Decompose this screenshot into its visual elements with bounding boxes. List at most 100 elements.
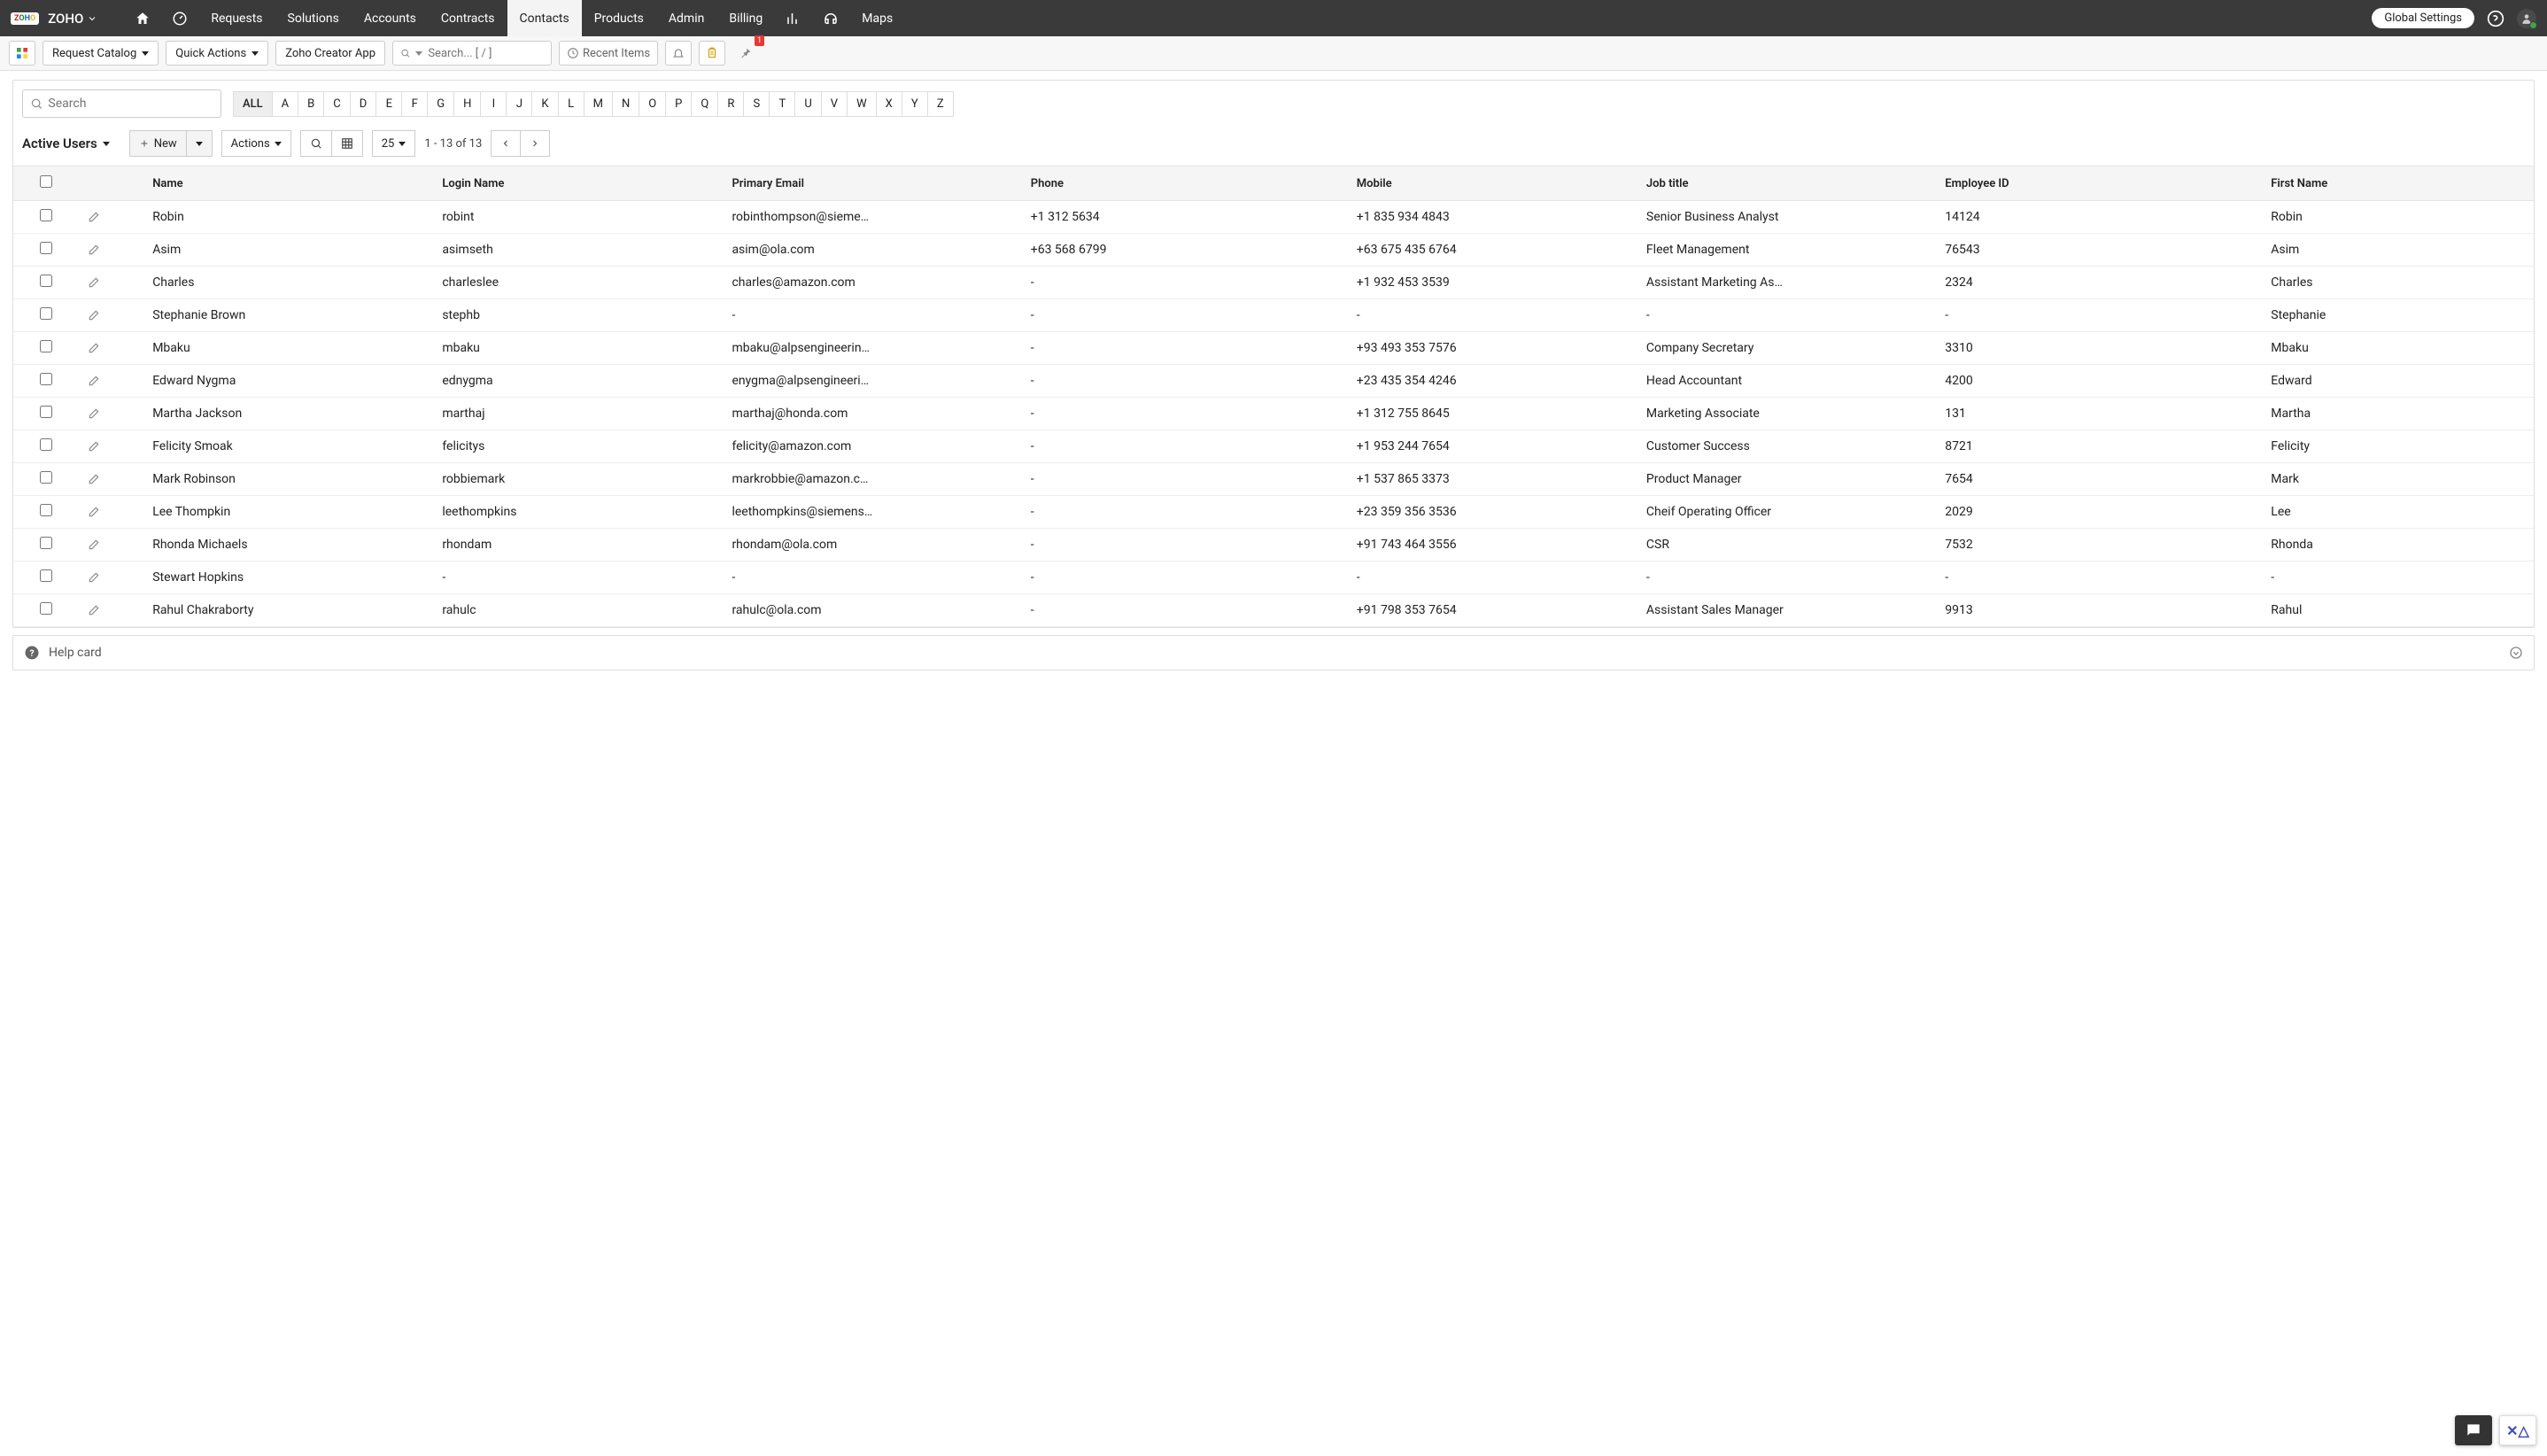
- table-row[interactable]: Robinrobintrobinthompson@sieme…+1 312 56…: [13, 201, 2534, 234]
- row-checkbox[interactable]: [40, 307, 52, 320]
- alpha-all[interactable]: ALL: [233, 91, 273, 117]
- view-selector[interactable]: Active Users: [22, 136, 110, 151]
- panel-search[interactable]: [22, 89, 221, 118]
- table-row[interactable]: Mbakumbakumbaku@alpsengineerin…-+93 493 …: [13, 332, 2534, 365]
- next-page-button[interactable]: [520, 130, 550, 157]
- alpha-l[interactable]: L: [558, 91, 584, 117]
- edit-icon[interactable]: [79, 529, 144, 561]
- row-checkbox[interactable]: [40, 275, 52, 287]
- request-catalog-button[interactable]: Request Catalog: [43, 41, 159, 66]
- app-launcher-icon[interactable]: [9, 41, 35, 66]
- table-row[interactable]: Martha Jacksonmarthajmarthaj@honda.com-+…: [13, 398, 2534, 430]
- table-row[interactable]: Asimasimsethasim@ola.com+63 568 6799+63 …: [13, 234, 2534, 267]
- nav-accounts[interactable]: Accounts: [352, 0, 429, 36]
- notifications-icon[interactable]: [665, 41, 692, 66]
- col-job[interactable]: Job title: [1637, 167, 1936, 201]
- new-dropdown[interactable]: [186, 130, 213, 157]
- alpha-z[interactable]: Z: [927, 91, 954, 117]
- table-row[interactable]: Rahul Chakrabortyrahulcrahulc@ola.com-+9…: [13, 594, 2534, 627]
- alpha-c[interactable]: C: [323, 91, 350, 117]
- alpha-r[interactable]: R: [717, 91, 744, 117]
- edit-icon[interactable]: [79, 365, 144, 398]
- row-checkbox[interactable]: [40, 537, 52, 549]
- edit-icon[interactable]: [79, 398, 144, 430]
- pin-button[interactable]: 1: [732, 41, 759, 66]
- col-email[interactable]: Primary Email: [723, 167, 1021, 201]
- table-row[interactable]: Lee Thompkinleethompkinsleethompkins@sie…: [13, 496, 2534, 529]
- help-card[interactable]: ? Help card: [12, 635, 2535, 670]
- col-mobile[interactable]: Mobile: [1348, 167, 1637, 201]
- col-name[interactable]: Name: [143, 167, 433, 201]
- alpha-n[interactable]: N: [612, 91, 639, 117]
- edit-icon[interactable]: [79, 594, 144, 627]
- alpha-s[interactable]: S: [743, 91, 770, 117]
- alpha-b[interactable]: B: [298, 91, 324, 117]
- global-search[interactable]: [392, 41, 552, 66]
- nav-products[interactable]: Products: [582, 0, 656, 36]
- alpha-j[interactable]: J: [506, 91, 532, 117]
- alpha-a[interactable]: A: [272, 91, 298, 117]
- expand-icon[interactable]: [2509, 646, 2523, 660]
- select-all-checkbox[interactable]: [40, 175, 52, 188]
- panel-search-input[interactable]: [48, 97, 213, 111]
- row-checkbox[interactable]: [40, 569, 52, 582]
- table-row[interactable]: Charlescharlesleecharles@amazon.com-+1 9…: [13, 267, 2534, 299]
- global-search-input[interactable]: [428, 47, 544, 60]
- alpha-u[interactable]: U: [794, 91, 821, 117]
- col-first[interactable]: First Name: [2262, 167, 2534, 201]
- clipboard-icon[interactable]: [699, 41, 725, 66]
- alpha-w[interactable]: W: [847, 91, 877, 117]
- edit-icon[interactable]: [79, 201, 144, 234]
- alpha-o[interactable]: O: [639, 91, 666, 117]
- table-row[interactable]: Mark Robinsonrobbiemarkmarkrobbie@amazon…: [13, 463, 2534, 496]
- search-toggle-button[interactable]: [300, 130, 332, 157]
- row-checkbox[interactable]: [40, 602, 52, 615]
- alpha-i[interactable]: I: [480, 91, 507, 117]
- nav-solutions[interactable]: Solutions: [275, 0, 352, 36]
- quick-actions-button[interactable]: Quick Actions: [166, 41, 268, 66]
- nav-billing[interactable]: Billing: [716, 0, 775, 36]
- nav-dashboard-icon[interactable]: [161, 0, 198, 36]
- alpha-h[interactable]: H: [453, 91, 481, 117]
- zoho-creator-button[interactable]: Zoho Creator App: [275, 41, 385, 66]
- nav-maps[interactable]: Maps: [849, 0, 905, 36]
- row-checkbox[interactable]: [40, 340, 52, 352]
- nav-home-icon[interactable]: [124, 0, 161, 36]
- alpha-p[interactable]: P: [665, 91, 692, 117]
- col-login[interactable]: Login Name: [433, 167, 723, 201]
- alpha-e[interactable]: E: [375, 91, 402, 117]
- row-checkbox[interactable]: [40, 242, 52, 254]
- alpha-v[interactable]: V: [821, 91, 848, 117]
- alpha-m[interactable]: M: [584, 91, 613, 117]
- table-row[interactable]: Rhonda Michaelsrhondamrhondam@ola.com-+9…: [13, 529, 2534, 561]
- nav-admin[interactable]: Admin: [656, 0, 716, 36]
- alpha-g[interactable]: G: [427, 91, 454, 117]
- global-settings-button[interactable]: Global Settings: [2372, 8, 2474, 28]
- chat-button[interactable]: [2455, 1415, 2492, 1445]
- prev-page-button[interactable]: [491, 130, 521, 157]
- alpha-x[interactable]: X: [876, 91, 902, 117]
- table-row[interactable]: Felicity Smoakfelicitysfelicity@amazon.c…: [13, 430, 2534, 463]
- alpha-q[interactable]: Q: [691, 91, 718, 117]
- user-avatar[interactable]: [2517, 9, 2536, 28]
- table-row[interactable]: Edward Nygmaednygmaenygma@alpsengineeri……: [13, 365, 2534, 398]
- edit-icon[interactable]: [79, 496, 144, 529]
- brand-switcher-icon[interactable]: [87, 13, 97, 24]
- chevron-down-icon[interactable]: [415, 51, 422, 56]
- help-icon[interactable]: [2487, 10, 2504, 27]
- zia-button[interactable]: ✕△: [2499, 1415, 2536, 1445]
- recent-items-button[interactable]: Recent Items: [559, 41, 658, 66]
- col-phone[interactable]: Phone: [1022, 167, 1348, 201]
- alpha-t[interactable]: T: [769, 91, 795, 117]
- row-checkbox[interactable]: [40, 471, 52, 484]
- actions-button[interactable]: Actions: [221, 130, 291, 157]
- row-checkbox[interactable]: [40, 504, 52, 516]
- table-row[interactable]: Stephanie Brownstephb-----Stephanie: [13, 299, 2534, 332]
- page-size-selector[interactable]: 25: [372, 130, 416, 157]
- edit-icon[interactable]: [79, 561, 144, 594]
- table-row[interactable]: Stewart Hopkins-------: [13, 561, 2534, 594]
- col-eid[interactable]: Employee ID: [1936, 167, 2262, 201]
- brand-name[interactable]: ZOHO: [48, 11, 83, 27]
- row-checkbox[interactable]: [40, 438, 52, 451]
- nav-contracts[interactable]: Contracts: [429, 0, 507, 36]
